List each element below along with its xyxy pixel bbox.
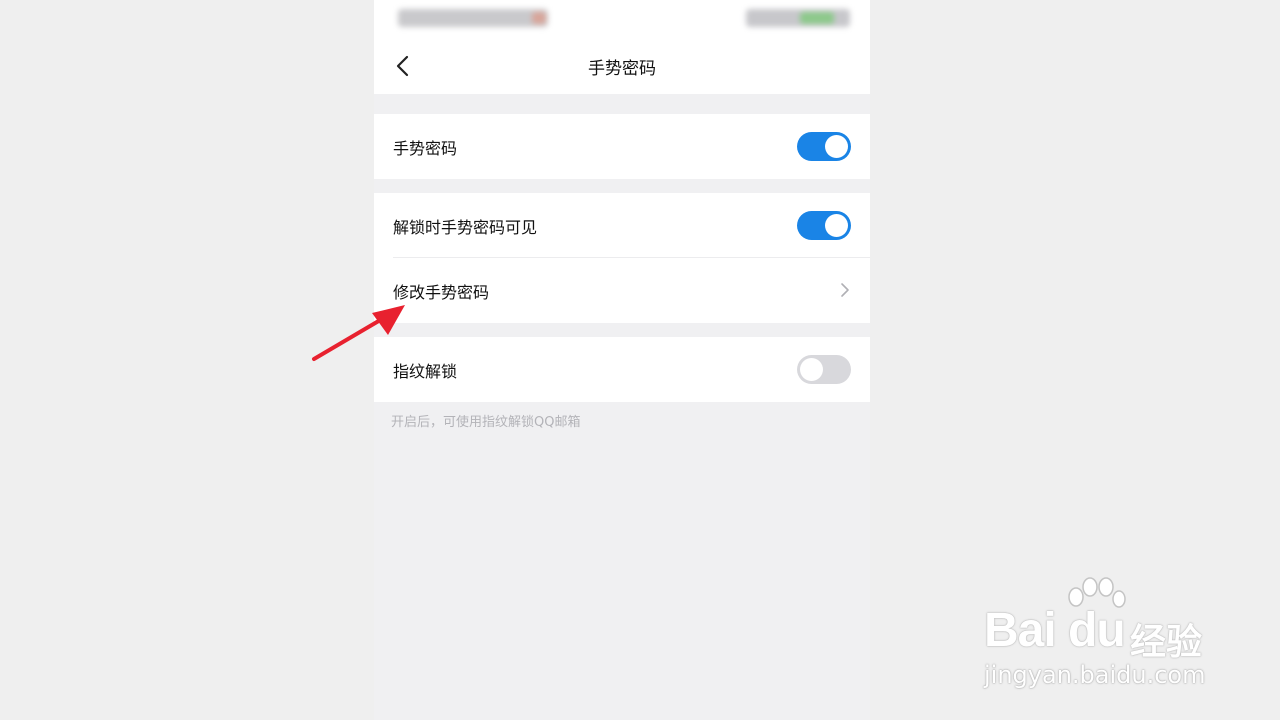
settings-group-fingerprint: 指纹解锁 xyxy=(374,337,870,402)
gesture-password-toggle[interactable] xyxy=(797,132,851,161)
visible-when-unlocking-toggle[interactable] xyxy=(797,211,851,240)
setting-label: 手势密码 xyxy=(393,139,458,158)
setting-row-visible-when-unlocking: 解锁时手势密码可见 xyxy=(374,193,870,258)
status-bar-right-blurred xyxy=(746,9,850,27)
phone-screen: 手势密码 手势密码 解锁时手势密码可见 修改手势密码 指纹解锁 开启后，可使用指… xyxy=(374,0,870,720)
setting-row-gesture-password: 手势密码 xyxy=(374,114,870,179)
baidu-logo-text: Bai du xyxy=(984,604,1126,657)
fingerprint-hint: 开启后，可使用指纹解锁QQ邮箱 xyxy=(391,415,581,430)
nav-bar: 手势密码 xyxy=(374,38,870,94)
change-gesture-password-row[interactable]: 修改手势密码 xyxy=(374,258,870,323)
settings-group-gesture-options: 解锁时手势密码可见 修改手势密码 xyxy=(374,193,870,323)
watermark-url: jingyan.baidu.com xyxy=(984,661,1206,689)
setting-label: 指纹解锁 xyxy=(393,362,458,381)
setting-label: 修改手势密码 xyxy=(393,283,490,302)
status-bar-left-blurred xyxy=(398,9,548,27)
jingyan-label: 经验 xyxy=(1130,622,1203,663)
setting-row-fingerprint-unlock: 指纹解锁 xyxy=(374,337,870,402)
settings-group-gesture: 手势密码 xyxy=(374,114,870,179)
status-bar xyxy=(374,0,870,38)
baidu-jingyan-watermark: Bai du 经验 jingyan.baidu.com xyxy=(980,575,1230,695)
chevron-right-icon xyxy=(840,282,850,298)
page-title: 手势密码 xyxy=(588,59,656,79)
setting-label: 解锁时手势密码可见 xyxy=(393,218,538,237)
fingerprint-unlock-toggle[interactable] xyxy=(797,355,851,384)
